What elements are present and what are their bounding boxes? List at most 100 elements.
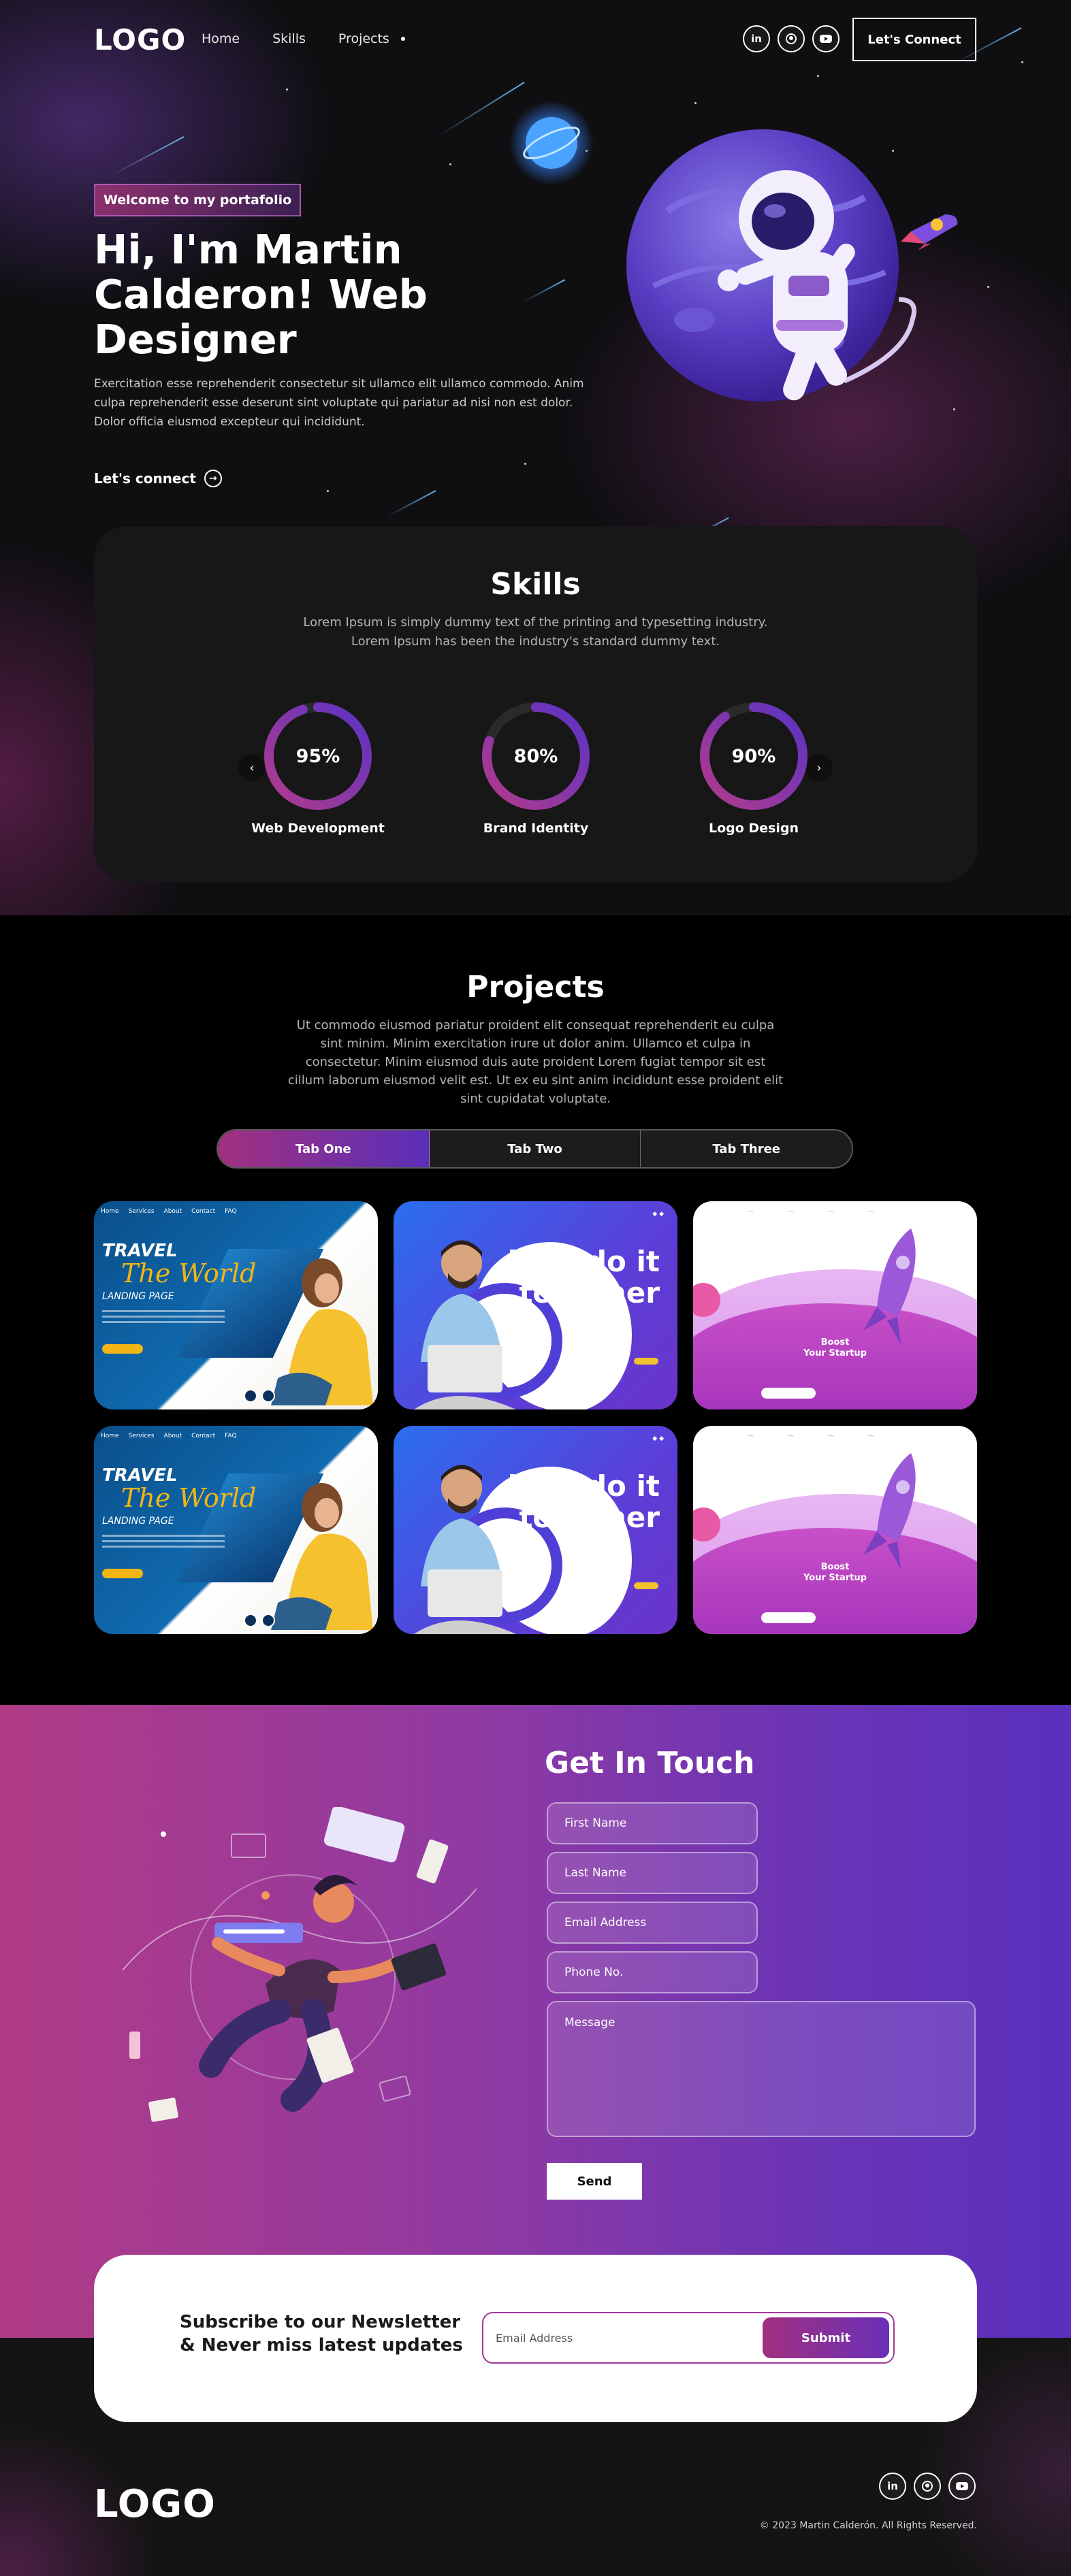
page: LOGO Home Skills Projects in Let's Conne… bbox=[0, 0, 1071, 2576]
social-links: in bbox=[743, 25, 840, 52]
phone-field[interactable] bbox=[547, 1951, 758, 1993]
newsletter-title-line-2: & Never miss latest updates bbox=[180, 2335, 463, 2355]
skills-title: Skills bbox=[490, 567, 581, 602]
first-name-field[interactable] bbox=[547, 1802, 758, 1844]
last-name-field[interactable] bbox=[547, 1852, 758, 1894]
projects-section: Projects Ut commodo eiusmod pariatur pro… bbox=[0, 915, 1071, 1705]
card-heading-line-2: Your Startup bbox=[803, 1573, 867, 1583]
contact-section: Get In Touch Send bbox=[0, 1705, 1071, 2338]
mini-nav-item: Contact bbox=[191, 1208, 216, 1215]
newsletter-email-input[interactable] bbox=[496, 2323, 754, 2353]
project-card-travel[interactable]: Home Services About Contact FAQ TRAVEL T… bbox=[94, 1426, 378, 1634]
mini-nav-item: Services bbox=[128, 1433, 155, 1439]
tab-two[interactable]: Tab Two bbox=[429, 1130, 641, 1167]
skill-ring: 95% bbox=[261, 700, 374, 813]
logo[interactable]: LOGO bbox=[94, 23, 186, 56]
card-button bbox=[634, 1358, 658, 1365]
tab-three[interactable]: Tab Three bbox=[641, 1130, 852, 1167]
glowing-planet-icon bbox=[509, 101, 594, 185]
brand-mark: ◆ ◆ bbox=[652, 1435, 664, 1442]
skill-logo-design: 90% Logo Design bbox=[679, 700, 829, 836]
newsletter-title: Subscribe to our Newsletter & Never miss… bbox=[180, 2311, 479, 2357]
send-button[interactable]: Send bbox=[547, 2163, 642, 2200]
hero-connect-link[interactable]: Let's connect → bbox=[94, 470, 222, 487]
youtube-icon[interactable] bbox=[812, 25, 840, 52]
projects-title: Projects bbox=[466, 970, 605, 1005]
card-subheading: LANDING PAGE bbox=[102, 1516, 174, 1527]
skill-percent: 90% bbox=[731, 745, 776, 767]
card-heading-line-1: Boost bbox=[820, 1337, 850, 1348]
project-tabs: Tab One Tab Two Tab Three bbox=[217, 1129, 853, 1169]
project-card-boost[interactable]: — — — — Boost Your Startup bbox=[693, 1426, 977, 1634]
skill-label: Brand Identity bbox=[483, 821, 589, 836]
hero-title: Hi, I'm Martin Calderon! Web Designer bbox=[94, 226, 428, 363]
rocket-illustration bbox=[863, 1453, 916, 1569]
project-card-together[interactable]: ◆ ◆ let's do it together bbox=[394, 1201, 677, 1409]
project-card-boost[interactable]: — — — — Boost Your Startup bbox=[693, 1201, 977, 1409]
github-icon[interactable] bbox=[778, 25, 805, 52]
card-mini-nav: Home Services About Contact FAQ bbox=[101, 1433, 237, 1439]
footer-logo[interactable]: LOGO bbox=[94, 2482, 216, 2526]
contact-title: Get In Touch bbox=[545, 1746, 755, 1780]
skill-brand-identity: 80% Brand Identity bbox=[461, 700, 611, 836]
card-script-heading: The World bbox=[121, 1483, 257, 1513]
card-heading-line-1: let's do it bbox=[507, 1245, 660, 1278]
card-mini-nav: Home Services About Contact FAQ bbox=[101, 1208, 237, 1215]
card-button bbox=[634, 1582, 658, 1589]
astronaut-planet-illustration bbox=[626, 129, 916, 402]
skill-percent: 95% bbox=[295, 745, 340, 767]
message-field[interactable] bbox=[547, 2001, 976, 2137]
newsletter-title-line-1: Subscribe to our Newsletter bbox=[180, 2312, 461, 2332]
card-heading: Boost Your Startup bbox=[693, 1562, 977, 1584]
skill-percent: 80% bbox=[513, 745, 558, 767]
card-script-heading: The World bbox=[121, 1258, 257, 1288]
skills-subtitle-line-2: Lorem Ipsum has been the industry's stan… bbox=[351, 634, 720, 649]
traveler-photo bbox=[271, 1483, 373, 1630]
email-field[interactable] bbox=[547, 1902, 758, 1944]
project-card-travel[interactable]: Home Services About Contact FAQ TRAVEL T… bbox=[94, 1201, 378, 1409]
arrow-right-icon: → bbox=[204, 470, 222, 487]
tab-one[interactable]: Tab One bbox=[218, 1130, 430, 1167]
card-heading-line-2: together bbox=[519, 1501, 660, 1534]
card-heading-line-2: together bbox=[519, 1276, 660, 1309]
card-mini-nav: — — — — bbox=[748, 1208, 874, 1215]
skills-subtitle-line-1: Lorem Ipsum is simply dummy text of the … bbox=[303, 615, 768, 630]
projects-text: Ut commodo eiusmod pariatur proident eli… bbox=[287, 1018, 784, 1106]
github-icon[interactable] bbox=[914, 2473, 941, 2500]
card-mini-nav: — — — — bbox=[748, 1433, 874, 1439]
mini-nav-item: About bbox=[163, 1433, 182, 1439]
newsletter-submit-button[interactable]: Submit bbox=[763, 2317, 889, 2358]
hero-cta-label: Let's connect bbox=[94, 470, 196, 487]
skill-label: Web Development bbox=[251, 821, 385, 836]
nav-link-skills[interactable]: Skills bbox=[272, 31, 306, 46]
mini-nav-item: Services bbox=[128, 1208, 155, 1215]
card-heading: let's do it together bbox=[508, 1246, 660, 1309]
rocket-illustration bbox=[863, 1228, 916, 1344]
brand-mark: ◆ ◆ bbox=[652, 1211, 664, 1218]
nav-links: Home Skills Projects bbox=[202, 31, 389, 46]
card-heading: let's do it together bbox=[508, 1471, 660, 1533]
card-heading-line-2: Your Startup bbox=[803, 1348, 867, 1358]
card-heading-line-1: let's do it bbox=[507, 1469, 660, 1503]
nav-link-projects[interactable]: Projects bbox=[338, 31, 389, 46]
copyright: © 2023 Martin Calderón. All Rights Reser… bbox=[759, 2520, 977, 2531]
footer-social-links: in bbox=[879, 2473, 976, 2500]
card-button bbox=[102, 1569, 143, 1578]
lets-connect-button[interactable]: Let's Connect bbox=[852, 18, 976, 61]
rocket-icon bbox=[901, 214, 958, 250]
youtube-icon[interactable] bbox=[948, 2473, 976, 2500]
traveler-photo bbox=[271, 1258, 373, 1405]
nav-active-dot bbox=[401, 37, 405, 41]
mini-nav-item: FAQ bbox=[225, 1433, 237, 1439]
mini-nav-item: Home bbox=[101, 1208, 119, 1215]
contact-illustration bbox=[122, 1807, 477, 2122]
nav-link-home[interactable]: Home bbox=[202, 31, 240, 46]
linkedin-icon[interactable]: in bbox=[743, 25, 770, 52]
welcome-badge: Welcome to my portafolio bbox=[94, 184, 302, 216]
skill-ring: 90% bbox=[697, 700, 810, 813]
mini-nav-item: FAQ bbox=[225, 1208, 237, 1215]
card-subheading: LANDING PAGE bbox=[102, 1291, 174, 1302]
project-card-together[interactable]: ◆ ◆ let's do it together bbox=[394, 1426, 677, 1634]
linkedin-icon[interactable]: in bbox=[879, 2473, 906, 2500]
newsletter-form: Submit bbox=[482, 2312, 895, 2364]
